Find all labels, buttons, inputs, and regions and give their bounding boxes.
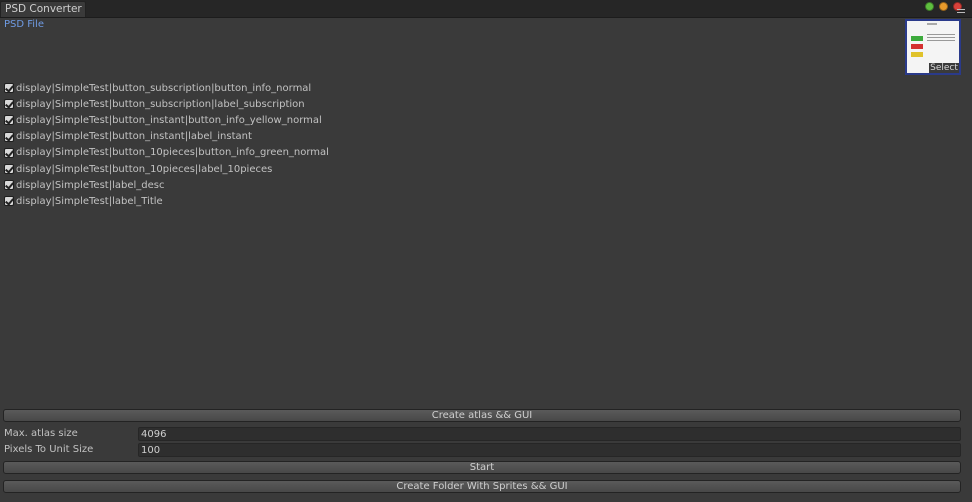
layer-checkbox[interactable]	[4, 164, 14, 175]
tab-psd-converter[interactable]: PSD Converter	[0, 1, 86, 17]
minimize-icon[interactable]	[939, 2, 948, 11]
psd-file-object-field[interactable]: Select	[905, 19, 961, 75]
layer-checkbox[interactable]	[4, 115, 14, 126]
layer-row: display|SimpleTest|button_instant|label_…	[4, 129, 329, 145]
layer-checkbox[interactable]	[4, 147, 14, 158]
layer-checkbox[interactable]	[4, 196, 14, 207]
pixels-to-unit-input[interactable]	[138, 443, 961, 457]
layer-label: display|SimpleTest|button_instant|button…	[16, 114, 322, 126]
layer-row: display|SimpleTest|label_Title	[4, 193, 329, 209]
layer-label: display|SimpleTest|button_10pieces|label…	[16, 163, 273, 175]
layer-row: display|SimpleTest|button_instant|button…	[4, 112, 329, 128]
pixels-to-unit-label: Pixels To Unit Size	[4, 444, 94, 455]
pixels-to-unit-row: Pixels To Unit Size	[4, 443, 962, 457]
start-button[interactable]: Start	[3, 461, 961, 474]
layer-list: display|SimpleTest|button_subscription|b…	[4, 80, 329, 210]
layer-row: display|SimpleTest|label_desc	[4, 177, 329, 193]
layer-checkbox[interactable]	[4, 131, 14, 142]
layer-row: display|SimpleTest|button_10pieces|label…	[4, 161, 329, 177]
layer-label: display|SimpleTest|button_subscription|b…	[16, 82, 312, 94]
create-folder-button[interactable]: Create Folder With Sprites && GUI	[3, 480, 961, 493]
layer-row: display|SimpleTest|button_subscription|b…	[4, 80, 329, 96]
layer-checkbox[interactable]	[4, 99, 14, 110]
psd-converter-window: PSD Converter PSD File Select display|Si…	[0, 0, 972, 502]
layer-label: display|SimpleTest|button_10pieces|butto…	[16, 147, 329, 159]
tab-strip: PSD Converter	[0, 0, 972, 18]
layer-row: display|SimpleTest|button_subscription|l…	[4, 96, 329, 112]
tab-menu-icon[interactable]	[957, 9, 967, 16]
layer-checkbox[interactable]	[4, 83, 14, 94]
create-atlas-button[interactable]: Create atlas && GUI	[3, 409, 961, 422]
psd-file-label: PSD File	[4, 19, 44, 30]
layer-label: display|SimpleTest|button_instant|label_…	[16, 131, 252, 143]
layer-checkbox[interactable]	[4, 180, 14, 191]
layer-label: display|SimpleTest|button_subscription|l…	[16, 98, 305, 110]
max-atlas-size-row: Max. atlas size	[4, 427, 962, 441]
layer-label: display|SimpleTest|label_Title	[16, 195, 163, 207]
max-atlas-size-input[interactable]	[138, 427, 961, 441]
layer-row: display|SimpleTest|button_10pieces|butto…	[4, 145, 329, 161]
layer-label: display|SimpleTest|label_desc	[16, 179, 165, 191]
maximize-icon[interactable]	[925, 2, 934, 11]
max-atlas-size-label: Max. atlas size	[4, 428, 78, 439]
select-button[interactable]: Select	[929, 63, 959, 73]
